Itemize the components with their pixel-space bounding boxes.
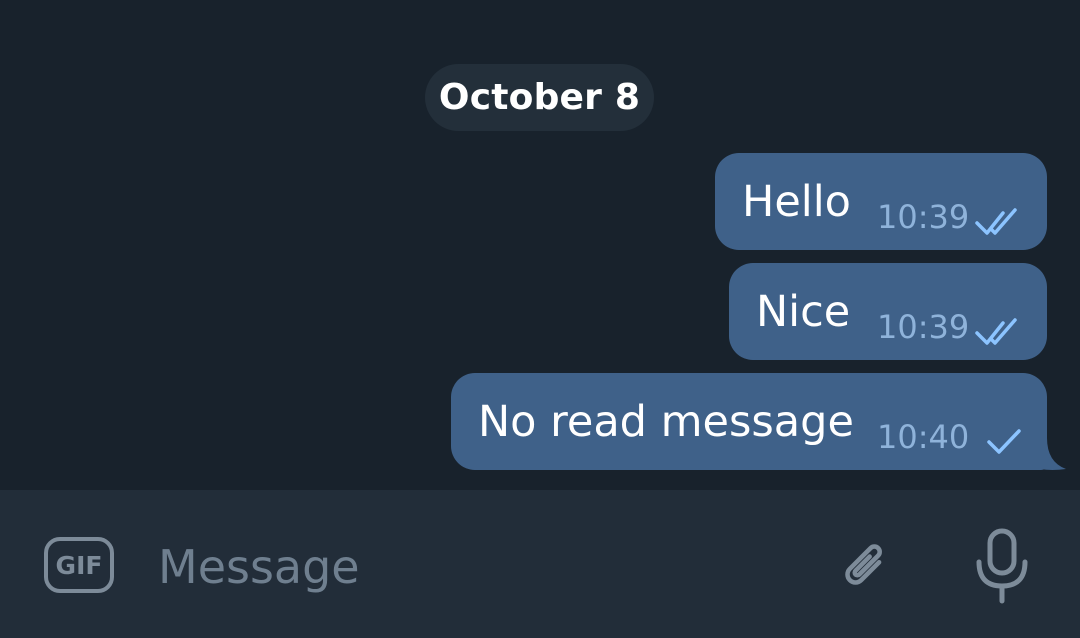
date-separator: October 8 <box>425 64 654 131</box>
bubble-tail <box>1040 438 1066 470</box>
single-check-icon <box>987 429 1021 454</box>
paperclip-icon[interactable] <box>832 532 896 600</box>
message-input[interactable] <box>158 536 758 598</box>
outgoing-message[interactable]: Nice 10:39 <box>729 263 1047 360</box>
message-time: 10:40 <box>877 418 970 456</box>
gif-icon[interactable]: GIF <box>44 537 114 593</box>
chat-area[interactable]: October 8 Hello 10:39 Nice 10:39 No read… <box>0 0 1080 490</box>
message-time: 10:39 <box>877 308 970 346</box>
message-text: No read message <box>478 397 854 447</box>
outgoing-message[interactable]: Hello 10:39 <box>715 153 1047 250</box>
message-text: Nice <box>756 287 851 337</box>
message-text: Hello <box>742 177 851 227</box>
message-time: 10:39 <box>877 198 970 236</box>
outgoing-message[interactable]: No read message 10:40 <box>451 373 1047 470</box>
double-check-icon <box>975 318 1017 345</box>
microphone-icon[interactable] <box>973 528 1031 604</box>
double-check-icon <box>975 208 1017 235</box>
